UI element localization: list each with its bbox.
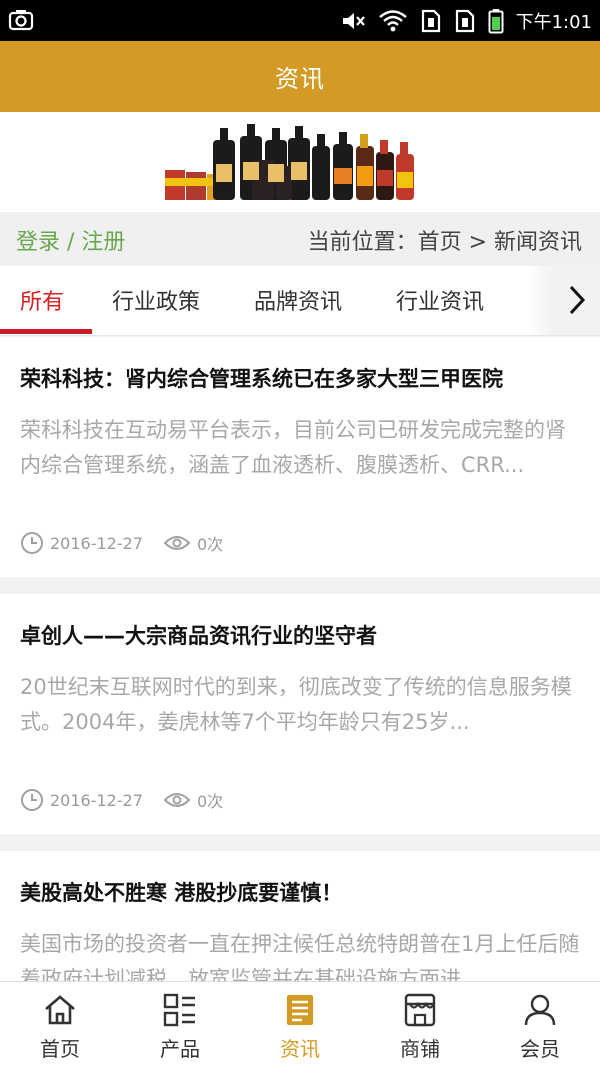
- tab-all[interactable]: 所有: [20, 284, 64, 316]
- home-icon: [45, 995, 75, 1025]
- article-title[interactable]: 美股高处不胜寒 港股抄底要谨慎！: [20, 877, 575, 907]
- active-tab-indicator: [0, 329, 92, 334]
- clock-icon: [21, 532, 43, 554]
- article-meta: 2016-12-27 0次: [20, 531, 223, 555]
- user-icon: [524, 994, 556, 1026]
- category-tabs: 所有 行业政策 品牌资讯 行业资讯: [0, 266, 600, 336]
- eye-icon: [163, 536, 191, 550]
- location-bar: 登录 / 注册 当前位置：首页 > 新闻资讯: [0, 212, 600, 266]
- tab-brand-news[interactable]: 品牌资讯: [254, 284, 342, 316]
- sim1-icon: [421, 9, 440, 32]
- tab-industry-news[interactable]: 行业资讯: [396, 284, 484, 316]
- document-icon: [287, 995, 313, 1025]
- nav-products-label: 产品: [160, 1037, 200, 1061]
- article-views: 0次: [196, 535, 224, 554]
- article-date: 2016-12-27: [50, 533, 143, 553]
- status-time: 下午1:01: [515, 11, 592, 33]
- clock-icon: [21, 789, 43, 811]
- status-bar: 下午1:01: [0, 0, 600, 41]
- nav-home-label: 首页: [40, 1037, 80, 1061]
- page-title: 资讯: [275, 65, 325, 93]
- screenshot-icon: [8, 10, 34, 31]
- article-title[interactable]: 卓创人——大宗商品资讯行业的坚守者: [20, 620, 575, 650]
- breadcrumb: 当前位置：首页 > 新闻资讯: [307, 230, 582, 255]
- grid-list-icon: [163, 993, 195, 1027]
- tab-industry-policy[interactable]: 行业政策: [112, 284, 200, 316]
- banner[interactable]: [0, 112, 600, 212]
- nav-member[interactable]: 会员: [480, 982, 600, 1067]
- article-summary: 荣科科技在互动易平台表示，目前公司已研发完成完整的肾内综合管理系统，涵盖了血液透…: [20, 418, 566, 477]
- list-item[interactable]: 美股高处不胜寒 港股抄底要谨慎！ 美国市场的投资者一直在押注候任总统特朗普在1月…: [0, 851, 600, 991]
- mute-icon: [342, 12, 365, 29]
- sim2-icon: [455, 9, 474, 32]
- login-register-link[interactable]: 登录 / 注册: [16, 224, 125, 256]
- battery-icon: [488, 8, 504, 33]
- nav-shops-label: 商铺: [400, 1037, 440, 1061]
- product-bottles-image: [163, 120, 414, 208]
- nav-home[interactable]: 首页: [0, 982, 120, 1067]
- nav-products[interactable]: 产品: [120, 982, 240, 1067]
- article-views: 0次: [196, 792, 224, 811]
- list-item[interactable]: 卓创人——大宗商品资讯行业的坚守者 20世纪末互联网时代的到来，彻底改变了传统的…: [0, 594, 600, 834]
- eye-icon: [163, 793, 191, 807]
- nav-news[interactable]: 资讯: [240, 982, 360, 1067]
- article-date: 2016-12-27: [50, 790, 143, 810]
- store-icon: [404, 993, 436, 1027]
- article-summary: 20世纪末互联网时代的到来，彻底改变了传统的信息服务模式。2004年，姜虎林等7…: [20, 675, 572, 734]
- article-title[interactable]: 荣科科技：肾内综合管理系统已在多家大型三甲医院: [20, 363, 575, 393]
- app-header: 资讯: [0, 41, 600, 112]
- bottom-navigation: 首页 产品 资讯 商铺 会员: [0, 981, 600, 1067]
- wifi-icon: [378, 9, 407, 31]
- nav-member-label: 会员: [520, 1037, 560, 1061]
- chevron-right-icon[interactable]: [562, 282, 592, 318]
- nav-news-label: 资讯: [280, 1037, 320, 1061]
- article-meta: 2016-12-27 0次: [20, 788, 223, 812]
- list-item[interactable]: 荣科科技：肾内综合管理系统已在多家大型三甲医院 荣科科技在互动易平台表示，目前公…: [0, 337, 600, 577]
- nav-shops[interactable]: 商铺: [360, 982, 480, 1067]
